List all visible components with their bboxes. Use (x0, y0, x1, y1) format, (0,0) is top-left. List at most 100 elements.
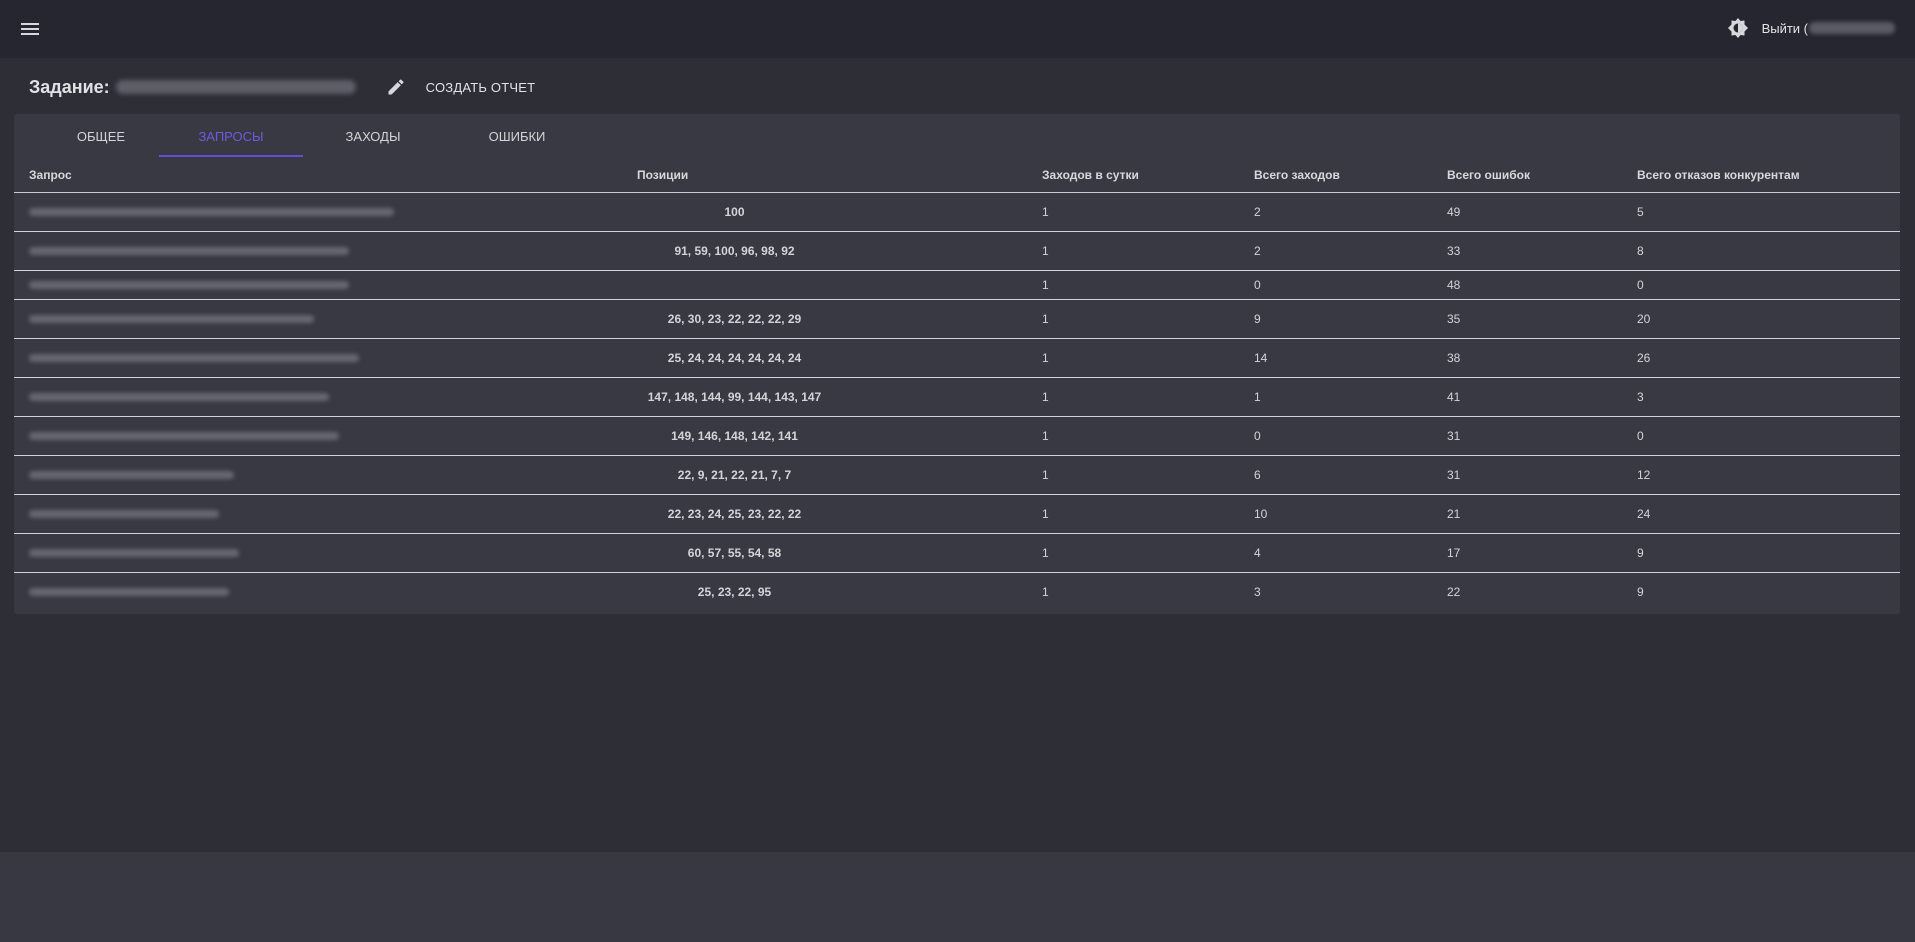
pencil-icon[interactable] (386, 77, 406, 97)
table-row[interactable]: 91, 59, 100, 96, 98, 92 1 2 33 8 (14, 231, 1900, 271)
total-errors-cell: 31 (1432, 455, 1622, 495)
table-row[interactable]: 149, 146, 148, 142, 141 1 0 31 0 (14, 416, 1900, 456)
column-header-total-refusals[interactable]: Всего отказов конкурентам (1622, 158, 1900, 193)
tab-general[interactable]: ОБЩЕЕ (29, 114, 173, 158)
positions-cell: 147, 148, 144, 99, 144, 143, 147 (442, 377, 1027, 417)
brightness-icon[interactable] (1726, 16, 1750, 40)
query-cell (14, 533, 442, 573)
queries-table: Запрос Позиции Заходов в сутки Всего зах… (14, 158, 1900, 612)
page-footer (0, 852, 1915, 942)
username-redacted (1809, 22, 1895, 34)
table-row[interactable]: 1 0 48 0 (14, 270, 1900, 300)
query-text-redacted (29, 588, 229, 597)
positions-cell: 100 (442, 192, 1027, 232)
refusals-cell: 24 (1622, 494, 1900, 534)
tab-errors[interactable]: ОШИБКИ (445, 114, 589, 158)
table-row[interactable]: 25, 23, 22, 95 1 3 22 9 (14, 573, 1900, 612)
tab-bar: ОБЩЕЕ ЗАПРОСЫ ЗАХОДЫ ОШИБКИ (14, 114, 614, 158)
refusals-cell: 9 (1622, 533, 1900, 573)
table-row[interactable]: 22, 9, 21, 22, 21, 7, 7 1 6 31 12 (14, 455, 1900, 495)
table-body: 100 1 2 49 5 91, 59, 100, 96, 98, 92 1 2 33 8 1 0 48… (14, 192, 1900, 612)
refusals-cell: 20 (1622, 299, 1900, 339)
positions-cell: 25, 24, 24, 24, 24, 24, 24 (442, 338, 1027, 378)
total-visits-cell: 6 (1239, 455, 1432, 495)
positions-cell: 91, 59, 100, 96, 98, 92 (442, 231, 1027, 271)
total-errors-cell: 41 (1432, 377, 1622, 417)
tab-visits[interactable]: ЗАХОДЫ (301, 114, 445, 158)
table-row[interactable]: 22, 23, 24, 25, 23, 22, 22 1 10 21 24 (14, 494, 1900, 534)
logout-button[interactable]: Выйти ( (1762, 21, 1895, 36)
task-header: Задание: СОЗДАТЬ ОТЧЕТ (29, 74, 535, 100)
app-bar: Выйти ( (0, 0, 1915, 58)
task-name-redacted (115, 80, 356, 94)
menu-icon[interactable] (18, 17, 42, 41)
total-errors-cell: 35 (1432, 299, 1622, 339)
visits-per-day-cell: 1 (1027, 270, 1239, 300)
query-text-redacted (29, 315, 314, 323)
total-errors-cell: 22 (1447, 585, 1461, 600)
total-visits-cell: 3 (1254, 585, 1261, 600)
visits-per-day-cell: 1 (1027, 338, 1239, 378)
query-text-redacted (29, 281, 349, 289)
refusals-cell: 12 (1622, 455, 1900, 495)
query-text-redacted (29, 208, 394, 216)
query-cell (14, 573, 442, 612)
positions-cell: 60, 57, 55, 54, 58 (442, 533, 1027, 573)
task-title: Задание: (29, 76, 110, 97)
total-errors-cell: 49 (1432, 192, 1622, 232)
table-row[interactable]: 100 1 2 49 5 (14, 192, 1900, 232)
table-row[interactable]: 26, 30, 23, 22, 22, 22, 29 1 9 35 20 (14, 299, 1900, 339)
query-cell (14, 338, 442, 378)
total-errors-cell: 38 (1432, 338, 1622, 378)
total-visits-cell: 4 (1239, 533, 1432, 573)
column-header-total-errors[interactable]: Всего ошибок (1432, 158, 1622, 193)
positions-cell: 26, 30, 23, 22, 22, 22, 29 (442, 299, 1027, 339)
visits-per-day-cell: 1 (1027, 533, 1239, 573)
total-visits-cell: 0 (1239, 270, 1432, 300)
column-header-positions[interactable]: Позиции (442, 158, 1027, 193)
query-text-redacted (29, 549, 239, 557)
visits-per-day-cell: 1 (1027, 494, 1239, 534)
query-cell (14, 416, 442, 456)
main-content: Задание: СОЗДАТЬ ОТЧЕТ ОБЩЕЕ ЗАПРОСЫ ЗАХ… (0, 58, 1915, 852)
query-cell (14, 231, 442, 271)
header-actions: Выйти ( (1726, 15, 1895, 41)
refusals-cell: 0 (1622, 416, 1900, 456)
total-errors-cell: 33 (1432, 231, 1622, 271)
query-cell (14, 494, 442, 534)
visits-per-day-cell: 1 (1027, 416, 1239, 456)
query-cell (14, 299, 442, 339)
table-row[interactable]: 25, 24, 24, 24, 24, 24, 24 1 14 38 26 (14, 338, 1900, 378)
create-report-button[interactable]: СОЗДАТЬ ОТЧЕТ (426, 80, 536, 95)
table-row[interactable]: 147, 148, 144, 99, 144, 143, 147 1 1 41 3 (14, 377, 1900, 417)
tab-queries[interactable]: ЗАПРОСЫ (159, 114, 303, 158)
refusals-cell: 26 (1622, 338, 1900, 378)
logout-label: Выйти ( (1761, 20, 1808, 36)
total-errors-cell: 31 (1432, 416, 1622, 456)
query-text-redacted (29, 247, 349, 255)
visits-per-day-cell: 1 (1027, 455, 1239, 495)
total-visits-cell: 10 (1239, 494, 1432, 534)
total-errors-cell: 48 (1432, 270, 1622, 300)
positions-cell: 149, 146, 148, 142, 141 (442, 416, 1027, 456)
total-errors-cell: 21 (1432, 494, 1622, 534)
total-visits-cell: 2 (1239, 231, 1432, 271)
column-header-total-visits[interactable]: Всего заходов (1239, 158, 1432, 193)
column-header-visits-per-day[interactable]: Заходов в сутки (1027, 158, 1239, 193)
total-errors-cell: 17 (1432, 533, 1622, 573)
query-text-redacted (29, 471, 234, 479)
query-cell (14, 377, 442, 417)
query-text-redacted (29, 510, 219, 518)
total-visits-cell: 2 (1239, 192, 1432, 232)
column-header-query[interactable]: Запрос (14, 158, 442, 193)
refusals-cell: 9 (1637, 585, 1644, 600)
visits-per-day-cell: 1 (1042, 585, 1049, 600)
query-text-redacted (29, 393, 329, 401)
total-visits-cell: 9 (1239, 299, 1432, 339)
query-text-redacted (29, 354, 359, 362)
refusals-cell: 0 (1622, 270, 1900, 300)
refusals-cell: 8 (1622, 231, 1900, 271)
table-row[interactable]: 60, 57, 55, 54, 58 1 4 17 9 (14, 533, 1900, 573)
table-header-row: Запрос Позиции Заходов в сутки Всего зах… (14, 158, 1900, 193)
queries-card: ОБЩЕЕ ЗАПРОСЫ ЗАХОДЫ ОШИБКИ Запрос Позиц… (14, 114, 1900, 614)
